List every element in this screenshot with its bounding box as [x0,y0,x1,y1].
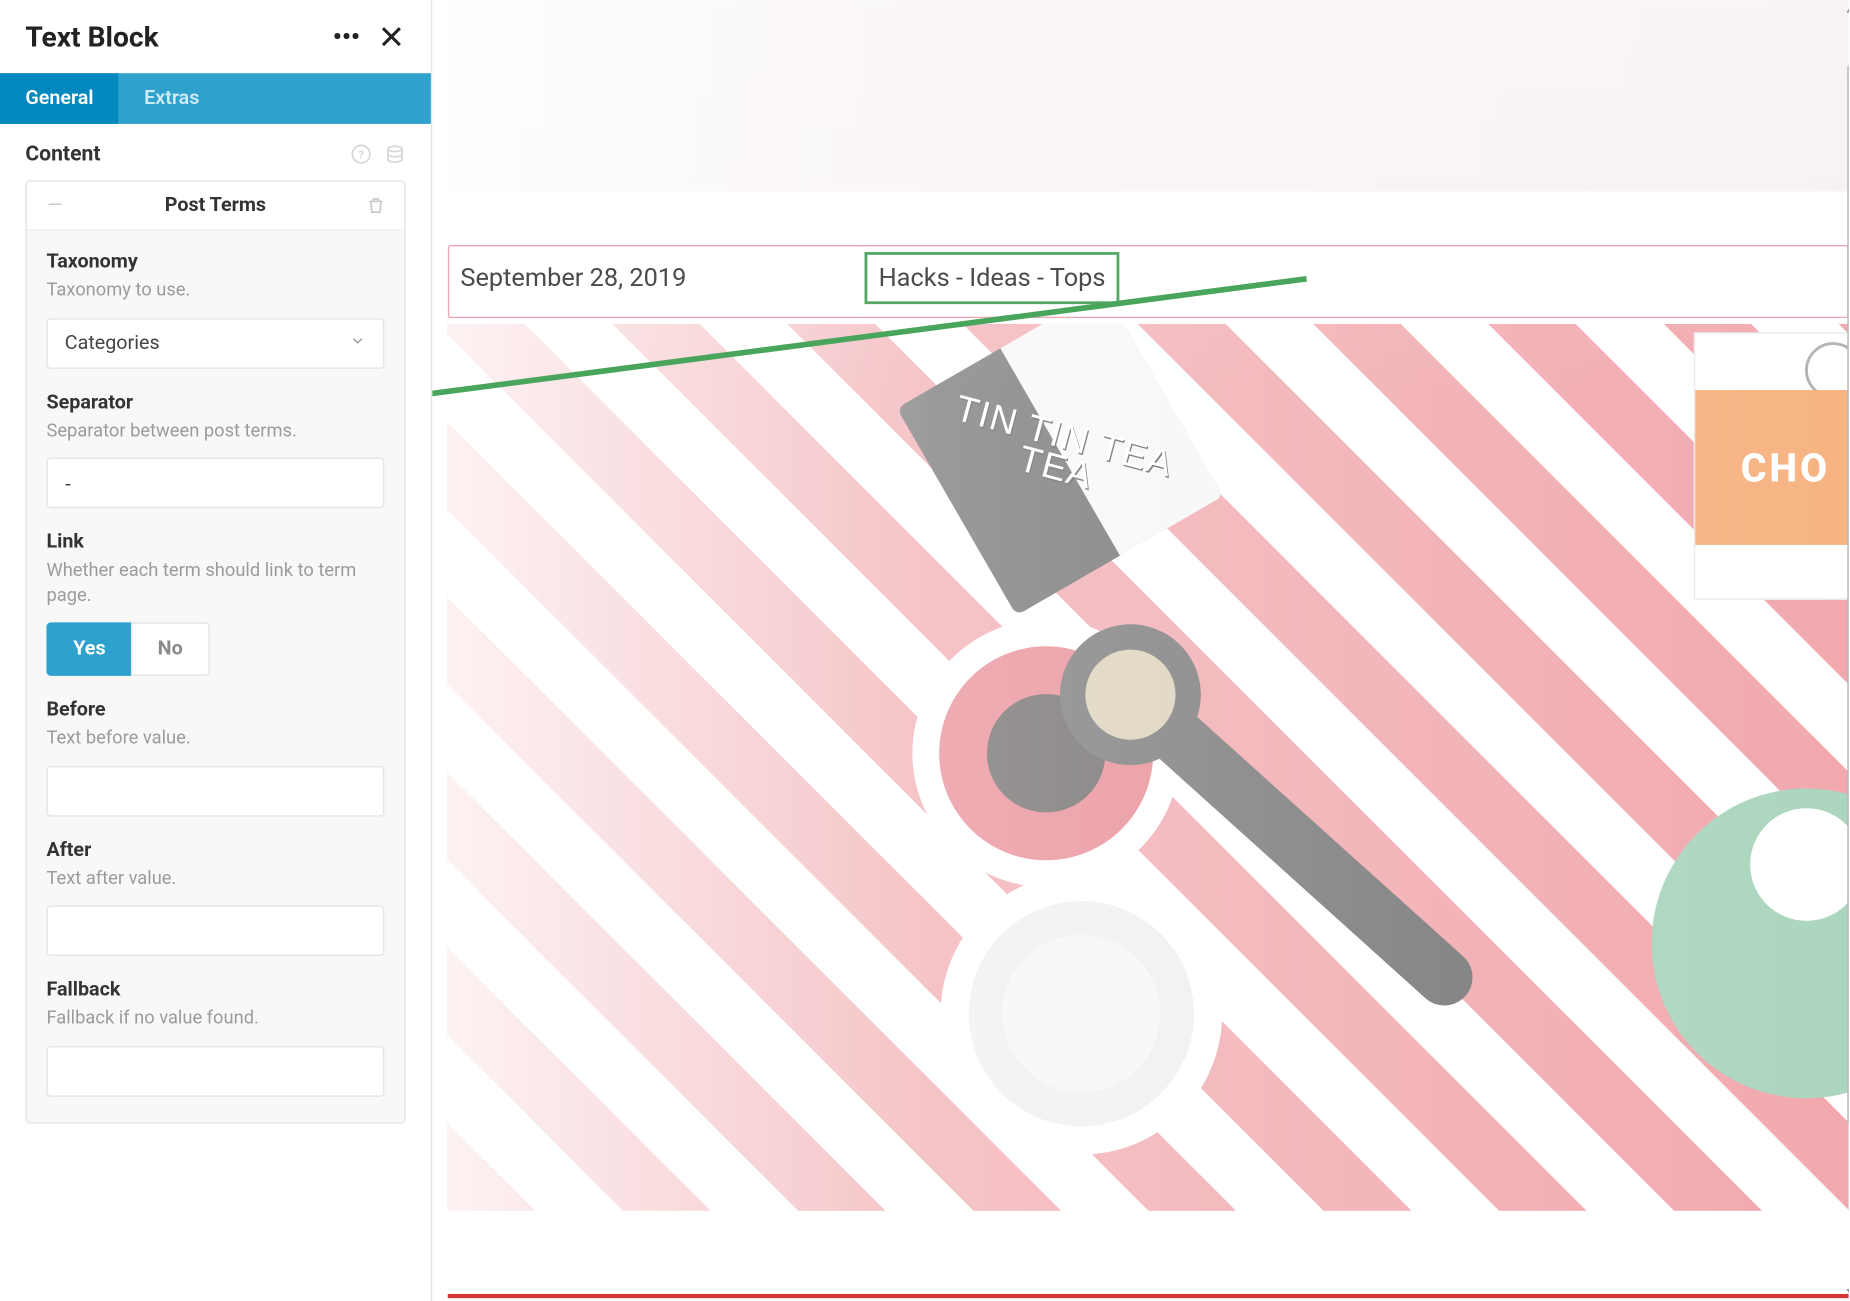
fallback-input[interactable] [46,1046,384,1097]
after-desc: Text after value. [46,867,384,892]
field-after: After Text after value. [46,839,384,957]
link-yes-button[interactable]: Yes [46,623,132,677]
taxonomy-select[interactable]: Categories [46,318,384,369]
after-input[interactable] [46,906,384,957]
before-desc: Text before value. [46,727,384,752]
preview-banner [448,0,1849,191]
card-title: Post Terms [66,194,364,217]
tabs: General Extras [0,73,431,124]
close-icon[interactable] [377,23,405,51]
post-terms-wrap[interactable]: Hacks - Ideas - Tops [856,245,1849,318]
sidebar-header: Text Block ••• [0,0,431,73]
field-fallback: Fallback Fallback if no value found. [46,979,384,1097]
choc-box-graphic: CHO [1694,332,1849,600]
fallback-desc: Fallback if no value found. [46,1007,384,1032]
taxonomy-label: Taxonomy [46,251,384,274]
coffee-cup-2 [941,873,1223,1155]
data-icon[interactable] [383,142,406,165]
field-taxonomy: Taxonomy Taxonomy to use. Categories [46,251,384,369]
field-link: Link Whether each term should link to te… [46,531,384,676]
choc-label: CHO [1695,390,1848,545]
link-no-button[interactable]: No [131,623,210,677]
post-terms-card: — Post Terms Taxonomy Taxonomy to use. C… [25,180,405,1123]
fallback-label: Fallback [46,979,384,1002]
chevron-down-icon [349,332,366,353]
post-terms: Hacks - Ideas - Tops [865,252,1120,304]
link-label: Link [46,531,384,554]
separator-label: Separator [46,391,384,414]
section-head: Content ? [0,124,431,180]
post-meta-bar: September 28, 2019 Hacks - Ideas - Tops [448,245,1849,318]
separator-desc: Separator between post terms. [46,419,384,444]
link-desc: Whether each term should link to term pa… [46,559,384,608]
more-icon[interactable]: ••• [332,23,360,51]
settings-sidebar: Text Block ••• General Extras Content ? [0,0,432,1301]
post-date[interactable]: September 28, 2019 [448,245,856,318]
featured-image: TIN TIN TEA TEA CHO [448,324,1849,1211]
tab-general[interactable]: General [0,73,119,124]
panel-title: Text Block [25,20,158,54]
before-input[interactable] [46,766,384,817]
help-icon[interactable]: ? [349,142,372,165]
selection-underline [448,1294,1849,1298]
field-separator: Separator Separator between post terms. [46,391,384,509]
after-label: After [46,839,384,862]
field-before: Before Text before value. [46,699,384,817]
svg-text:?: ? [358,147,364,161]
section-title: Content [25,141,100,166]
taxonomy-value: Categories [65,332,160,355]
separator-input[interactable] [46,458,384,509]
collapse-icon[interactable]: — [44,194,67,217]
tab-extras[interactable]: Extras [119,73,225,124]
before-label: Before [46,699,384,722]
taxonomy-desc: Taxonomy to use. [46,279,384,304]
delete-icon[interactable] [365,194,388,217]
